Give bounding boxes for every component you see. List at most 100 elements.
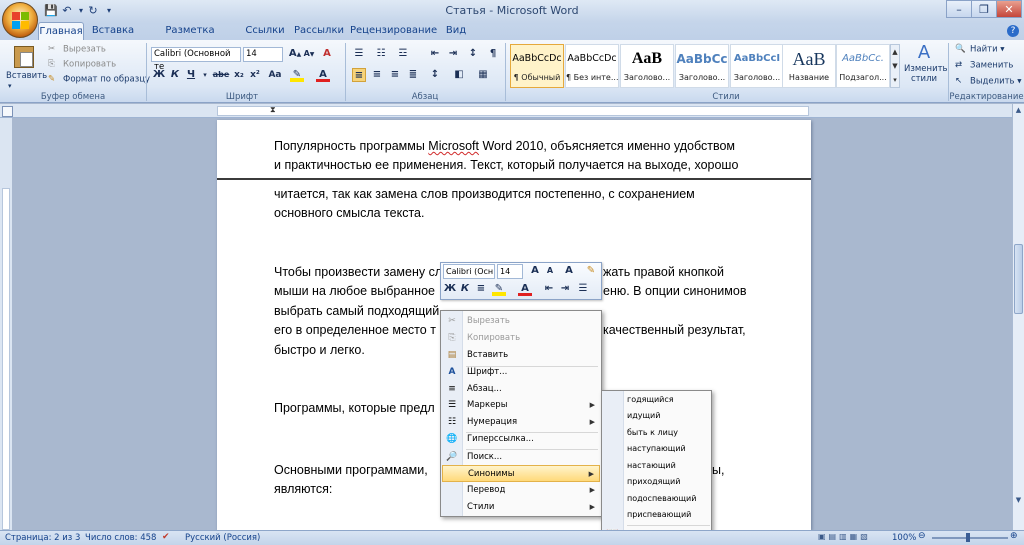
pilcrow-icon[interactable]: ¶ <box>486 47 500 61</box>
menu-item-synonyms[interactable]: Синонимы ▶ <box>442 465 600 482</box>
align-right-icon[interactable]: ≡ <box>388 68 402 82</box>
zoom-slider-thumb[interactable] <box>966 533 970 542</box>
font-size-box[interactable]: 14 <box>243 47 283 62</box>
menu-item-paste[interactable]: ▤ Вставить <box>442 347 600 364</box>
style-heading-1[interactable]: AaB Заголово... <box>620 44 674 88</box>
highlight-icon[interactable]: ✎ <box>290 68 304 82</box>
change-styles-button[interactable]: A Изменить стили <box>904 42 948 84</box>
multilevel-list-icon[interactable]: ☲ <box>396 47 410 61</box>
synonym-item[interactable]: быть к лицу <box>627 425 678 441</box>
mini-bullets-icon[interactable]: ☰ <box>576 282 590 296</box>
style-subtitle[interactable]: AaBbCc. Подзагол... <box>836 44 890 88</box>
copy-button[interactable]: ⎘ Копировать <box>48 58 116 72</box>
synonym-item[interactable]: приспевающий <box>627 507 691 523</box>
menu-item-cut[interactable]: ✂ Вырезать <box>442 313 600 330</box>
synonym-item[interactable]: подоспевающий <box>627 491 696 507</box>
mini-italic-button[interactable]: К <box>458 282 472 296</box>
style-no-spacing[interactable]: AaBbCcDc ¶ Без инте... <box>565 44 619 88</box>
word-count-status[interactable]: Число слов: 458 <box>85 533 156 543</box>
menu-item-paragraph[interactable]: ≡ Абзац... <box>442 381 600 398</box>
tab-page-layout[interactable]: Разметка страницы <box>142 22 238 53</box>
style-normal[interactable]: AaBbCcDc ¶ Обычный <box>510 44 564 88</box>
sort-icon[interactable]: ↕ <box>466 47 480 61</box>
strikethrough-button[interactable]: abe <box>212 68 230 82</box>
format-painter-icon[interactable]: ✎ <box>584 264 598 278</box>
decrease-indent-icon[interactable]: ⇤ <box>428 47 442 61</box>
zoom-slider[interactable] <box>932 537 1008 539</box>
maximize-button[interactable]: ❐ <box>971 0 997 18</box>
menu-item-font[interactable]: A Шрифт... <box>442 364 600 381</box>
superscript-button[interactable]: x² <box>248 68 262 82</box>
find-button[interactable]: 🔍 Найти ▾ <box>955 43 1005 57</box>
horizontal-ruler[interactable] <box>0 104 1024 118</box>
replace-button[interactable]: ⇄ Заменить <box>955 59 1013 73</box>
mini-font-box[interactable]: Calibri (Осн <box>443 264 495 279</box>
mini-center-icon[interactable]: ≡ <box>474 282 488 296</box>
format-painter-button[interactable]: ✎ Формат по образцу <box>48 73 150 87</box>
synonym-item[interactable]: приходящий <box>627 474 680 490</box>
indent-marker-icon[interactable]: ⧗ <box>270 105 276 115</box>
menu-item-numbering[interactable]: ☷ Нумерация ▶ <box>442 414 600 431</box>
styles-scroll-icon[interactable]: ▲ ▼ ▾ <box>890 44 900 88</box>
vertical-scrollbar[interactable]: ▲ ▼ <box>1012 104 1024 530</box>
select-button[interactable]: ↖ Выделить ▾ <box>955 75 1022 89</box>
vertical-ruler[interactable] <box>0 118 12 530</box>
change-case-button[interactable]: Aa <box>266 68 284 82</box>
align-center-icon[interactable]: ≡ <box>370 68 384 82</box>
minimize-button[interactable]: – <box>946 0 972 18</box>
menu-item-bullets[interactable]: ☰ Маркеры ▶ <box>442 397 600 414</box>
bullets-icon[interactable]: ☰ <box>352 47 366 61</box>
shrink-font-icon[interactable]: A <box>543 264 557 278</box>
numbering-icon[interactable]: ☷ <box>374 47 388 61</box>
grow-font-icon[interactable]: A▲ <box>288 47 302 61</box>
font-name-box[interactable]: Calibri (Основной те <box>151 47 241 72</box>
synonym-item[interactable]: годящийся <box>627 392 674 408</box>
paste-icon[interactable] <box>9 44 39 70</box>
close-button[interactable]: ✕ <box>996 0 1022 18</box>
mini-font-color-icon[interactable]: A <box>518 282 532 296</box>
help-icon[interactable]: ? <box>1007 25 1019 37</box>
language-status[interactable]: Русский (Россия) <box>185 533 260 543</box>
align-left-icon[interactable]: ≡ <box>352 68 366 82</box>
borders-icon[interactable]: ▦ <box>476 68 490 82</box>
menu-item-styles[interactable]: Стили ▶ <box>442 499 600 516</box>
style-heading-2[interactable]: AaBbCc Заголово... <box>675 44 729 88</box>
menu-item-hyperlink[interactable]: 🌐 Гиперссылка... <box>442 431 600 448</box>
mini-bold-button[interactable]: Ж <box>443 282 457 296</box>
spelling-check-icon[interactable]: ✔ <box>162 532 170 542</box>
grow-font-icon[interactable]: A <box>528 264 542 278</box>
page-count-status[interactable]: Страница: 2 из 3 <box>5 533 80 543</box>
mini-highlight-icon[interactable]: ✎ <box>492 282 506 296</box>
synonym-item[interactable]: идущий <box>627 408 660 424</box>
cut-button[interactable]: ✂ Вырезать <box>48 43 106 57</box>
zoom-out-icon[interactable]: ⊖ <box>918 531 926 541</box>
underline-dropdown-icon[interactable]: ▾ <box>198 68 212 82</box>
styles-icon[interactable]: A <box>562 264 576 278</box>
tab-mailings[interactable]: Рассылки <box>292 22 346 40</box>
bold-button[interactable]: Ж <box>152 68 166 82</box>
underline-button[interactable]: Ч <box>184 68 198 82</box>
mini-increase-indent-icon[interactable]: ⇥ <box>558 282 572 296</box>
synonym-item[interactable]: настающий <box>627 458 676 474</box>
tab-references[interactable]: Ссылки <box>242 22 288 40</box>
mini-size-box[interactable]: 14 <box>497 264 523 279</box>
menu-item-lookup[interactable]: 🔎 Поиск... <box>442 449 600 466</box>
zoom-in-icon[interactable]: ⊕ <box>1010 531 1018 541</box>
scroll-thumb[interactable] <box>1014 244 1023 314</box>
style-heading-3[interactable]: AaBbCcI Заголово... <box>730 44 784 88</box>
style-title[interactable]: AaB Название <box>782 44 836 88</box>
tab-home[interactable]: Главная <box>38 22 84 40</box>
clear-format-icon[interactable]: A <box>320 47 334 61</box>
menu-item-copy[interactable]: ⎘ Копировать <box>442 330 600 347</box>
line-spacing-icon[interactable]: ↕ <box>428 68 442 82</box>
office-button[interactable] <box>2 2 38 38</box>
view-buttons-icon[interactable]: ▣▤▥▦▧ <box>818 532 886 544</box>
scroll-down-icon[interactable]: ▼ <box>1014 496 1023 506</box>
tab-insert[interactable]: Вставка <box>88 22 138 40</box>
tab-review[interactable]: Рецензирование <box>350 22 437 40</box>
scroll-up-icon[interactable]: ▲ <box>1014 106 1023 116</box>
ruler-toggle-button[interactable] <box>2 106 13 117</box>
tab-view[interactable]: Вид <box>440 22 472 40</box>
increase-indent-icon[interactable]: ⇥ <box>446 47 460 61</box>
menu-item-translate[interactable]: Перевод ▶ <box>442 482 600 499</box>
